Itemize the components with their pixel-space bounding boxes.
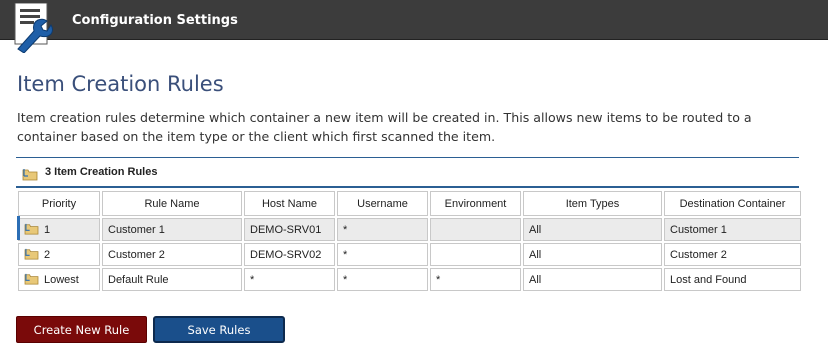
rule-folder-icon	[24, 247, 39, 263]
save-rules-button[interactable]: Save Rules	[153, 316, 285, 343]
header-title: Configuration Settings	[72, 13, 238, 28]
environment-cell	[430, 243, 521, 266]
rules-count-label: 3 Item Creation Rules	[45, 166, 158, 178]
config-tool-icon	[12, 2, 56, 54]
rule-name-cell: Customer 2	[102, 243, 242, 266]
table-row[interactable]: 2 Customer 2 DEMO-SRV02 * All Customer 2	[18, 243, 801, 266]
create-new-rule-button[interactable]: Create New Rule	[16, 316, 147, 343]
environment-cell: *	[430, 268, 521, 291]
destination-cell: Customer 2	[664, 243, 801, 266]
page-description: Item creation rules determine which cont…	[17, 110, 752, 144]
priority-value: Lowest	[44, 273, 79, 286]
username-cell: *	[337, 268, 428, 291]
column-header-username[interactable]: Username	[337, 191, 428, 216]
priority-value: 2	[44, 248, 51, 261]
column-header-environment[interactable]: Environment	[430, 191, 521, 216]
rule-name-cell: Default Rule	[102, 268, 242, 291]
host-name-cell: *	[244, 268, 335, 291]
priority-cell: 1	[18, 218, 100, 241]
item-types-cell: All	[523, 218, 662, 241]
header-bar: Configuration Settings	[0, 0, 828, 54]
panel-divider-bottom	[16, 186, 799, 188]
selected-row-marker	[17, 216, 20, 240]
destination-cell: Customer 1	[664, 218, 801, 241]
rule-folder-icon	[24, 272, 39, 288]
priority-cell: 2	[18, 243, 100, 266]
item-types-cell: All	[523, 268, 662, 291]
environment-cell	[430, 218, 521, 241]
table-row[interactable]: 1 Customer 1 DEMO-SRV01 * All Customer 1	[18, 218, 801, 241]
username-cell: *	[337, 243, 428, 266]
rules-table: Priority Rule Name Host Name Username En…	[16, 189, 803, 293]
table-row[interactable]: Lowest Default Rule * * * All Lost and F…	[18, 268, 801, 291]
rule-folder-icon	[24, 222, 39, 238]
host-name-cell: DEMO-SRV01	[244, 218, 335, 241]
rule-name-cell: Customer 1	[102, 218, 242, 241]
column-header-priority[interactable]: Priority	[18, 191, 100, 216]
rule-folder-icon	[22, 166, 38, 185]
page-title: Item Creation Rules	[17, 72, 224, 96]
item-types-cell: All	[523, 243, 662, 266]
column-header-item-types[interactable]: Item Types	[523, 191, 662, 216]
column-header-host-name[interactable]: Host Name	[244, 191, 335, 216]
priority-value: 1	[44, 223, 51, 236]
username-cell: *	[337, 218, 428, 241]
table-header-row: Priority Rule Name Host Name Username En…	[18, 191, 801, 216]
priority-cell: Lowest	[18, 268, 100, 291]
column-header-rule-name[interactable]: Rule Name	[102, 191, 242, 216]
host-name-cell: DEMO-SRV02	[244, 243, 335, 266]
rules-panel-header: 3 Item Creation Rules	[16, 158, 799, 186]
column-header-destination-container[interactable]: Destination Container	[664, 191, 801, 216]
destination-cell: Lost and Found	[664, 268, 801, 291]
